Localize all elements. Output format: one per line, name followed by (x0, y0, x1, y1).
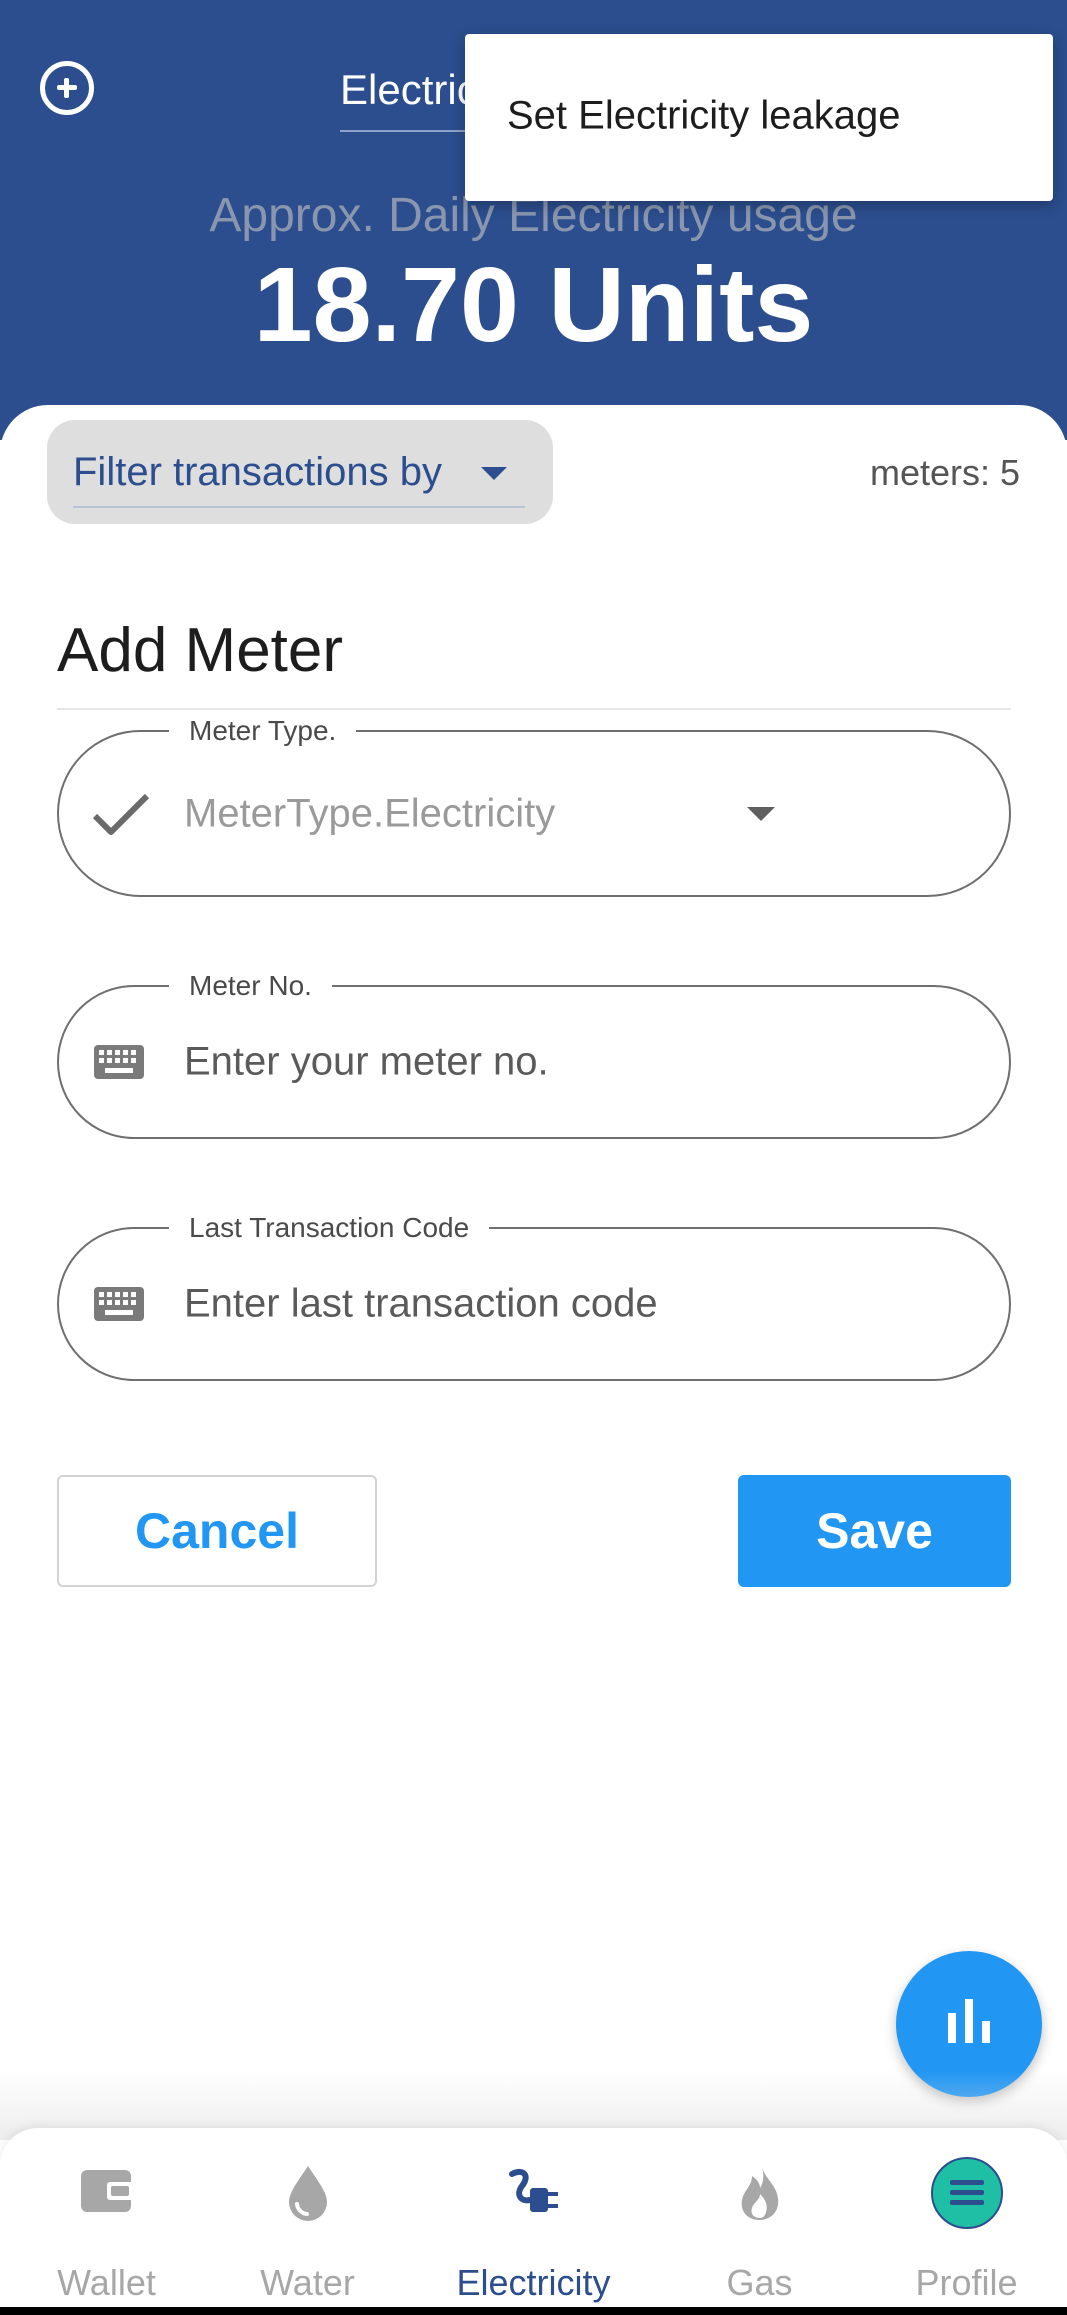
meter-no-label: Meter No. (169, 970, 332, 1002)
nav-label-profile: Profile (915, 2262, 1018, 2303)
chevron-down-icon (747, 806, 775, 821)
filter-label: Filter transactions by (73, 450, 443, 494)
flame-icon (741, 2166, 778, 2220)
nav-item-profile[interactable]: Profile (860, 2128, 1067, 2315)
form-title: Add Meter (57, 616, 344, 685)
water-drop-icon (288, 2166, 327, 2221)
wallet-icon (80, 2170, 133, 2212)
last-transaction-code-input[interactable]: Enter last transaction code (184, 1282, 658, 1327)
app-screen: Electricity Approx. Daily Electricity us… (0, 0, 1067, 2315)
usage-value: 18.70 Units (253, 246, 814, 364)
meter-count: meters: 5 (869, 452, 1020, 493)
nav-item-electricity[interactable]: Electricity (427, 2128, 640, 2315)
bottom-navigation: Wallet Water Electricity Gas Profile (0, 2128, 1067, 2315)
meter-type-field[interactable]: Meter Type. MeterType.Electricity (57, 715, 1011, 897)
overflow-popup-menu: Set Electricity leakage (465, 34, 1053, 201)
filter-underline (73, 506, 525, 508)
system-bar (0, 2307, 1067, 2315)
bar-chart-icon (948, 2013, 956, 2043)
meter-type-value: MeterType.Electricity (184, 791, 556, 835)
nav-label-electricity: Electricity (456, 2262, 611, 2303)
bar-chart-icon-bar (982, 2021, 990, 2043)
keyboard-icon (94, 1045, 144, 1079)
electric-plug-icon (508, 2168, 558, 2212)
last-transaction-code-field[interactable]: Last Transaction Code Enter last transac… (57, 1212, 1011, 1381)
divider (57, 708, 1011, 710)
save-button[interactable]: Save (738, 1475, 1011, 1587)
nav-label-water: Water (260, 2262, 355, 2303)
meter-no-input[interactable]: Enter your meter no. (184, 1040, 549, 1085)
nav-label-wallet: Wallet (57, 2262, 156, 2303)
nav-item-gas[interactable]: Gas (653, 2128, 866, 2315)
keyboard-icon (94, 1287, 144, 1321)
cancel-button[interactable]: Cancel (57, 1475, 377, 1587)
last-transaction-code-label: Last Transaction Code (169, 1212, 490, 1244)
add-circle-icon[interactable] (40, 61, 94, 115)
filter-transactions-dropdown[interactable]: Filter transactions by (47, 420, 553, 524)
menu-item-set-electricity-leakage[interactable]: Set Electricity leakage (507, 94, 901, 139)
check-icon (92, 793, 150, 835)
meter-type-label: Meter Type. (169, 715, 357, 747)
menu-icon (930, 2157, 1003, 2229)
meter-no-field[interactable]: Meter No. Enter your meter no. (57, 970, 1011, 1139)
bar-chart-icon-bar (965, 1999, 973, 2043)
nav-item-wallet[interactable]: Wallet (0, 2128, 213, 2315)
nav-label-gas: Gas (726, 2262, 793, 2303)
nav-item-water[interactable]: Water (201, 2128, 414, 2315)
chevron-down-icon (481, 467, 507, 480)
